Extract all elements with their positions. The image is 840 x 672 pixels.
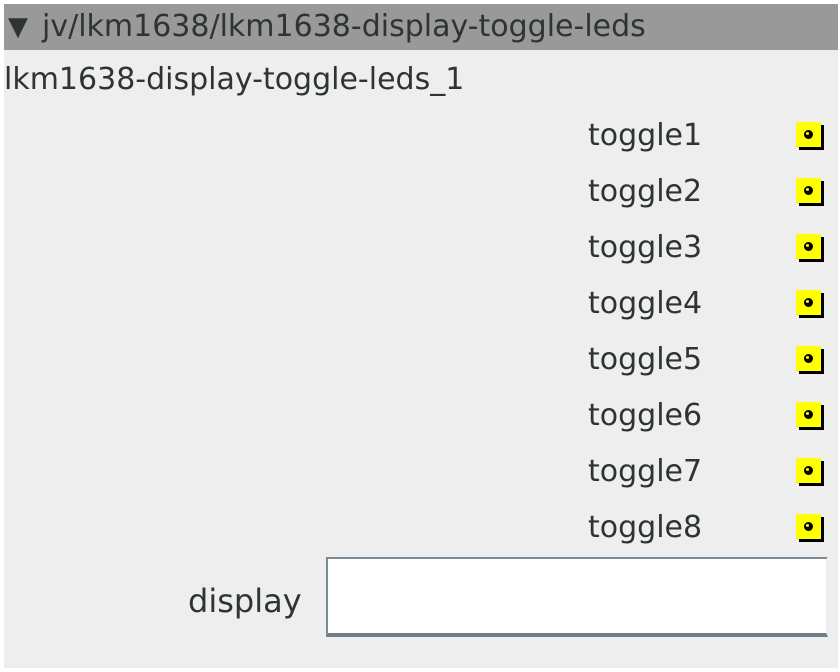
led-toggle-icon[interactable] [796,346,824,374]
led-toggle-icon[interactable] [796,514,824,542]
toggle-label: toggle1 [588,118,703,153]
led-toggle-icon[interactable] [796,234,824,262]
led-toggle-icon[interactable] [796,290,824,318]
toggle-label: toggle6 [588,398,703,433]
toggle-label: toggle4 [588,286,703,321]
led-toggle-icon[interactable] [796,402,824,430]
toggle-label: toggle5 [588,342,703,377]
toggle-label: toggle8 [588,510,703,545]
component-panel: ▼ jv/lkm1638/lkm1638-display-toggle-leds… [4,4,838,668]
toggle-label: toggle2 [588,174,703,209]
led-toggle-icon[interactable] [796,178,824,206]
component-path: jv/lkm1638/lkm1638-display-toggle-leds [42,9,646,44]
display-label: display [188,582,302,620]
collapse-triangle-icon[interactable]: ▼ [4,4,42,50]
toggle-label: toggle3 [588,230,703,265]
led-toggle-icon[interactable] [796,458,824,486]
component-header[interactable]: ▼ jv/lkm1638/lkm1638-display-toggle-leds [4,4,838,50]
toggle-label: toggle7 [588,454,703,489]
led-toggle-icon[interactable] [796,122,824,150]
instance-label: lkm1638-display-toggle-leds_1 [4,62,465,97]
display-input[interactable] [326,557,828,637]
